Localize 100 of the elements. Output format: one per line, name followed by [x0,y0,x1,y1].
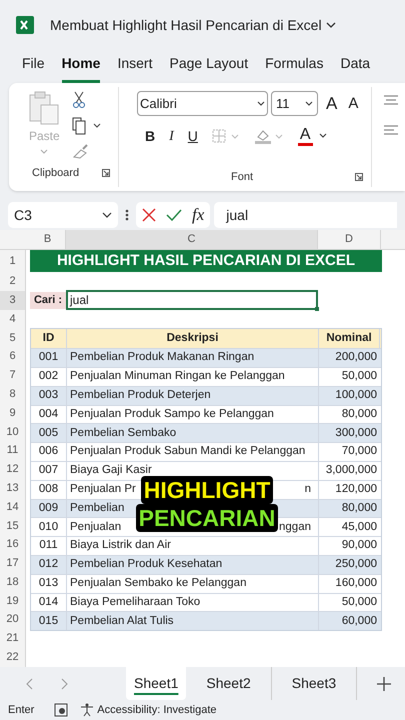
add-sheet-icon[interactable] [377,676,391,690]
document-title: Membuat Highlight Hasil Pencarian di Excel [50,16,322,35]
group-label: Clipboard [32,166,80,181]
caret-icon [305,100,313,107]
dialog-launcher-icon[interactable] [102,169,110,178]
format-painter-icon[interactable] [72,143,90,159]
sheet-tab[interactable]: Sheet1 [126,667,186,700]
underline-button[interactable]: U [188,126,198,146]
row-header[interactable]: 12 [0,460,25,479]
row-header[interactable]: 7 [0,366,25,385]
row-header[interactable]: 14 [0,498,25,516]
ribbon-tab[interactable]: Page Layout [169,53,248,83]
row-header[interactable]: 4 [0,310,25,328]
bold-button[interactable]: B [145,126,156,146]
more-options-icon[interactable] [125,209,129,221]
cut-icon[interactable] [72,91,86,109]
row-header[interactable]: 18 [0,572,25,592]
row-header[interactable]: 19 [0,592,25,610]
caret-icon [40,149,48,155]
video-caption: PENCARIAN [136,504,278,532]
caret-icon[interactable] [318,133,327,139]
ribbon-tab[interactable]: Formulas [265,53,324,83]
table-cell-text: Biaya Gaji Kasir [70,463,152,478]
status-mode: Enter [8,702,34,718]
cancel-icon[interactable] [142,208,156,222]
table-cell-text: Penjualan Pr [70,482,136,498]
sheet-tab[interactable]: Sheet2 [186,667,272,700]
sheet-tab[interactable]: Sheet3 [272,667,358,700]
table-cell-text: Biaya Pemeliharaan Toko [70,594,200,610]
table-cell-text: 120,000 [334,482,378,498]
insert-function-button[interactable]: fx [192,205,204,225]
paste-label: Paste [29,128,60,145]
table-cell-text: n [304,482,311,498]
table-cell-text: Biaya Listrik dan Air [70,538,171,554]
align-left-icon[interactable] [384,125,398,135]
row-header[interactable]: 20 [0,610,25,630]
search-input[interactable]: jual [66,290,318,310]
formula-input[interactable]: jual [214,202,397,228]
row-header[interactable]: 21 [0,629,25,648]
search-label: Cari : [30,292,66,309]
row-header[interactable]: 5 [0,328,25,348]
table-cell-text: Penjualan [70,520,122,535]
row-header[interactable]: 22 [0,648,25,667]
table-cell-text: 80,000 [340,500,378,516]
excel-logo-icon[interactable] [16,16,34,34]
table-cell-text: 70,000 [340,444,378,460]
row-header[interactable]: 6 [0,347,25,366]
row-header[interactable]: 11 [0,441,25,460]
check-icon[interactable] [166,209,182,221]
row-header[interactable]: 8 [0,384,25,404]
table-cell-text: 100,000 [334,388,378,404]
table-cell-text: Pembelian Sembako [70,426,176,441]
macro-record-icon[interactable] [54,703,68,717]
italic-button[interactable]: I [169,126,174,146]
table-cell: 015 [31,612,67,630]
row-header[interactable]: 1 [0,250,25,272]
table-cell-text: Pembelian [70,500,124,516]
copy-icon[interactable] [72,117,102,135]
row-header[interactable]: 9 [0,404,25,422]
row-header[interactable]: 10 [0,422,25,442]
table-cell-text: 160,000 [334,576,378,592]
table-cell-text: Penjualan Produk Sampo ke Pelanggan [70,406,274,422]
name-box[interactable]: C3 [8,202,118,228]
column-header[interactable]: C [66,230,318,249]
table-cell-text: 45,000 [340,520,378,535]
font-color-button[interactable]: A [298,126,313,146]
accessibility-icon[interactable] [80,703,94,717]
row-header[interactable]: 17 [0,554,25,573]
table-cell-text: 60,000 [340,614,378,629]
chevron-down-icon [102,212,112,218]
accessibility-status[interactable]: Accessibility: Investigate [97,702,217,718]
row-header[interactable]: 16 [0,535,25,554]
grow-font-button[interactable]: A [326,91,338,116]
column-header[interactable]: D [318,230,381,249]
chevron-down-icon[interactable] [326,21,336,29]
table-cell-text: Pembelian Produk Kesehatan [70,557,222,572]
align-top-icon[interactable] [384,95,398,105]
row-header[interactable]: 3 [0,290,25,310]
table-cell-text: 3,000,000 [324,463,378,478]
ribbon-tab[interactable]: Data [340,53,370,83]
table-cell-text: Penjualan Minuman Ringan ke Pelanggan [70,369,285,384]
fill-color-icon[interactable] [254,128,284,144]
dialog-launcher-icon[interactable] [355,172,363,181]
ribbon-tab[interactable]: File [22,53,45,83]
table-cell-text: Pembelian Produk Makanan Ringan [70,350,254,366]
font-name-dropdown[interactable]: Calibri [137,91,268,116]
table-cell-text: Penjualan Produk Sabun Mandi ke Pelanggan [70,444,306,460]
table-cell-text: 200,000 [334,350,378,366]
group-label: Font [231,170,254,184]
shrink-font-button[interactable]: A [348,92,358,115]
sheet-title-banner: HIGHLIGHT HASIL PENCARIAN DI EXCEL [30,250,382,272]
table-cell-text: Penjualan Sembako ke Pelanggan [70,576,246,592]
table-cell-text: 300,000 [334,426,378,441]
row-header[interactable]: 13 [0,478,25,498]
table-cell-text: Pembelian Produk Deterjen [70,388,211,404]
fill-handle[interactable] [315,307,319,312]
font-size-dropdown[interactable]: 11 [271,91,318,116]
row-header[interactable]: 2 [0,272,25,291]
ribbon-tab[interactable]: Insert [117,53,152,83]
row-header[interactable]: 15 [0,516,25,536]
